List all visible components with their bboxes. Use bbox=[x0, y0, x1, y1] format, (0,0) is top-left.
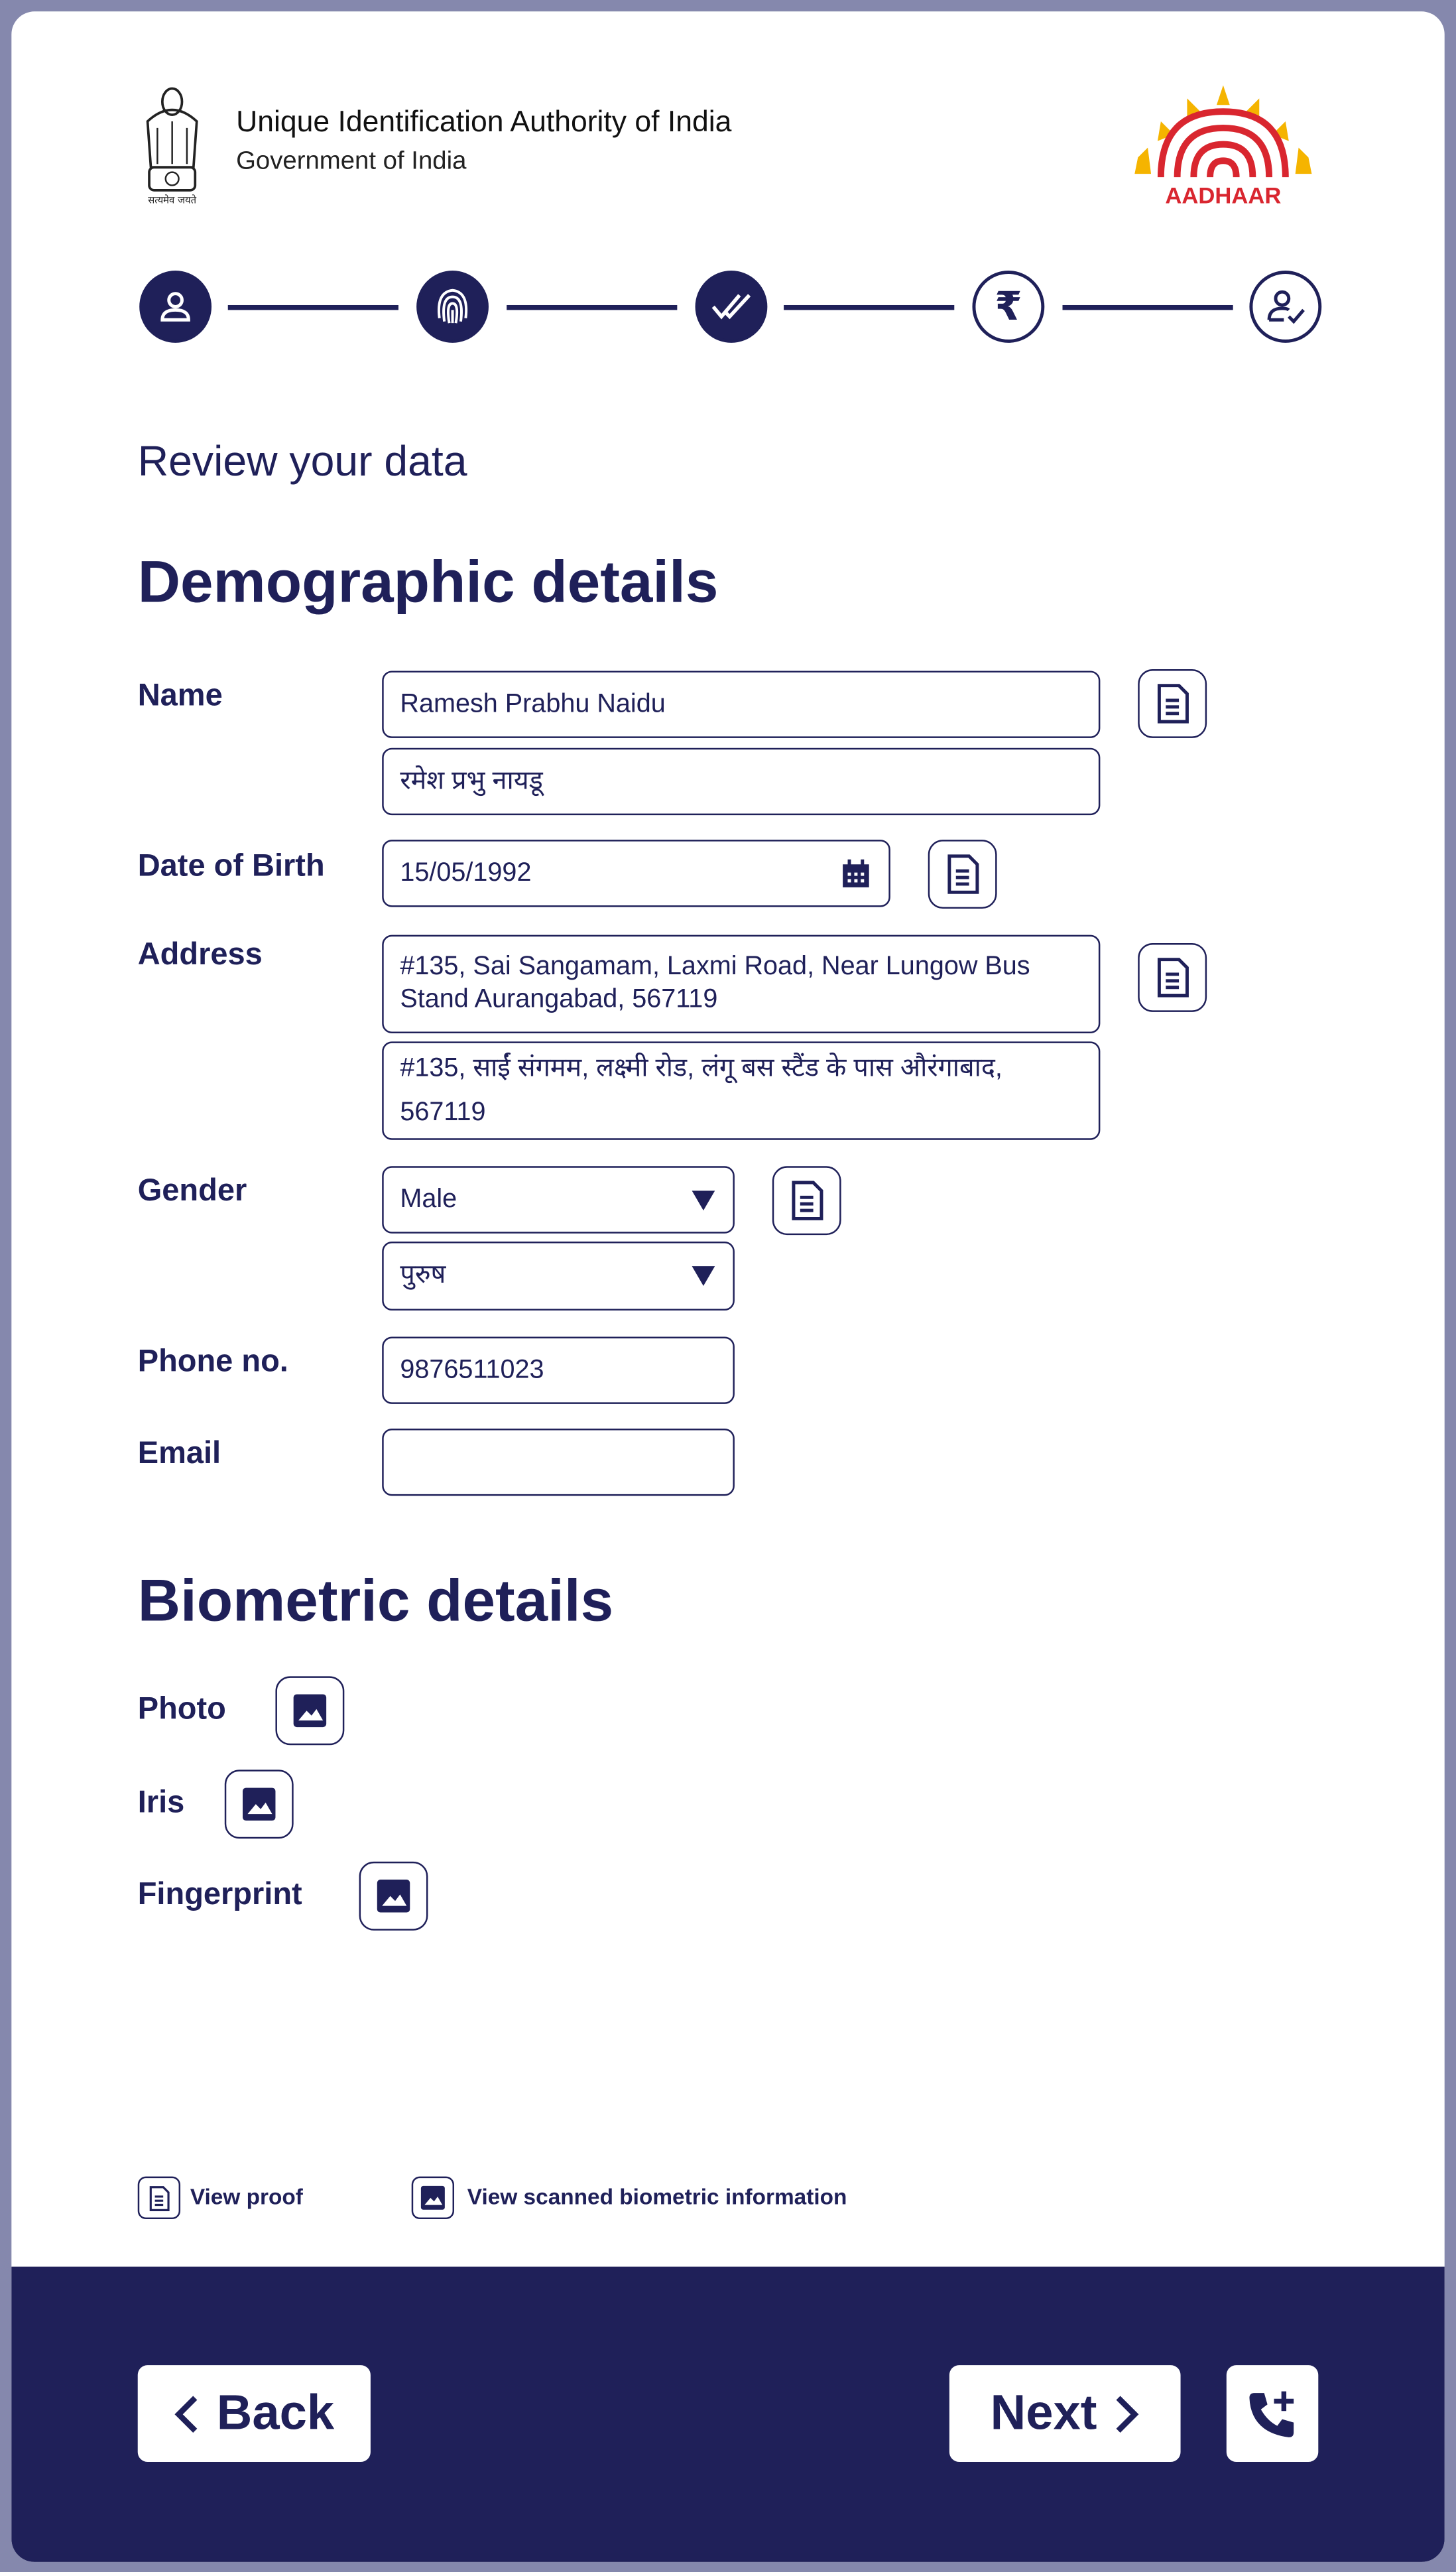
image-icon bbox=[243, 1787, 276, 1821]
aadhaar-logo-text: AADHAAR bbox=[1165, 184, 1281, 209]
document-icon bbox=[1157, 684, 1189, 724]
step-confirm bbox=[1249, 271, 1322, 343]
email-input[interactable] bbox=[382, 1428, 735, 1496]
legend-document-icon bbox=[137, 2176, 181, 2219]
fingerprint-icon bbox=[438, 289, 468, 324]
legend-view-proof: View proof bbox=[190, 2185, 303, 2210]
email-label: Email bbox=[137, 1437, 221, 1472]
user-icon bbox=[160, 292, 190, 322]
dob-label: Date of Birth bbox=[137, 850, 325, 884]
step-connector bbox=[784, 304, 955, 310]
gender-hi-select[interactable]: पुरुष bbox=[382, 1242, 735, 1311]
demographic-title: Demographic details bbox=[137, 547, 719, 615]
back-label: Back bbox=[216, 2385, 335, 2440]
page-subtitle: Review your data bbox=[137, 436, 467, 486]
legend-view-biometric: View scanned biometric information bbox=[467, 2185, 847, 2210]
dob-input[interactable]: 15/05/1992 bbox=[382, 840, 890, 907]
national-emblem-logo: सत्यमेव जयते bbox=[146, 87, 198, 206]
name-label: Name bbox=[137, 678, 223, 714]
dob-value: 15/05/1992 bbox=[400, 858, 532, 887]
view-proof-name-button[interactable] bbox=[1138, 669, 1207, 738]
document-icon bbox=[947, 854, 979, 894]
iris-label: Iris bbox=[137, 1786, 185, 1821]
gender-hi-value: पुरुष bbox=[400, 1261, 446, 1289]
name-en-input[interactable]: Ramesh Prabhu Naidu bbox=[382, 671, 1101, 738]
view-proof-dob-button[interactable] bbox=[928, 840, 997, 909]
chevron-left-icon bbox=[174, 2395, 198, 2432]
legend-image-icon bbox=[411, 2176, 455, 2219]
step-review bbox=[695, 271, 768, 343]
step-personal bbox=[139, 271, 212, 343]
step-connector bbox=[1062, 304, 1233, 310]
gender-label: Gender bbox=[137, 1174, 247, 1209]
dropdown-arrow-icon bbox=[692, 1266, 715, 1286]
address-label: Address bbox=[137, 938, 263, 973]
address-hi-input[interactable]: #135, साईं संगमम, लक्ष्मी रोड, लंगू बस स… bbox=[382, 1041, 1101, 1140]
gender-en-select[interactable]: Male bbox=[382, 1166, 735, 1234]
chevron-right-icon bbox=[1116, 2395, 1139, 2432]
call-support-button[interactable] bbox=[1226, 2365, 1319, 2462]
document-icon bbox=[792, 1181, 823, 1220]
emblem-motto: सत्यमेव जयते bbox=[148, 194, 196, 206]
double-check-icon bbox=[711, 294, 751, 320]
step-connector bbox=[507, 304, 678, 310]
name-hi-input[interactable]: रमेश प्रभु नायडू bbox=[382, 747, 1101, 816]
user-check-icon bbox=[1267, 290, 1305, 324]
view-iris-button[interactable] bbox=[224, 1769, 294, 1839]
phone-add-icon bbox=[1249, 2390, 1294, 2437]
address-hi-value: #135, साईं संगमम, लक्ष्मी रोड, लंगू बस स… bbox=[400, 1055, 1002, 1127]
org-subtitle: Government of India bbox=[236, 147, 467, 176]
address-en-input[interactable]: #135, Sai Sangamam, Laxmi Road, Near Lun… bbox=[382, 934, 1101, 1033]
back-button[interactable]: Back bbox=[137, 2365, 371, 2462]
name-en-value: Ramesh Prabhu Naidu bbox=[400, 689, 666, 718]
view-photo-button[interactable] bbox=[275, 1676, 345, 1746]
step-biometric bbox=[416, 271, 489, 343]
rupee-icon: ₹ bbox=[995, 283, 1022, 330]
step-connector bbox=[227, 304, 398, 310]
document-icon bbox=[1157, 958, 1189, 997]
image-icon bbox=[377, 1880, 410, 1913]
image-icon bbox=[293, 1694, 327, 1728]
address-en-value: #135, Sai Sangamam, Laxmi Road, Near Lun… bbox=[400, 952, 1030, 1014]
phone-value: 9876511023 bbox=[400, 1355, 544, 1383]
next-button[interactable]: Next bbox=[949, 2365, 1181, 2462]
view-proof-gender-button[interactable] bbox=[772, 1166, 841, 1236]
photo-label: Photo bbox=[137, 1693, 226, 1728]
dropdown-arrow-icon bbox=[692, 1190, 715, 1210]
phone-label: Phone no. bbox=[137, 1344, 288, 1380]
phone-input[interactable]: 9876511023 bbox=[382, 1336, 735, 1404]
gender-en-value: Male bbox=[400, 1185, 457, 1213]
calendar-icon[interactable] bbox=[839, 857, 872, 889]
fingerprint-label: Fingerprint bbox=[137, 1878, 302, 1913]
view-proof-address-button[interactable] bbox=[1138, 942, 1207, 1012]
step-payment: ₹ bbox=[972, 271, 1045, 343]
name-hi-value: रमेश प्रभु नायडू bbox=[400, 767, 543, 795]
view-fingerprint-button[interactable] bbox=[359, 1861, 428, 1931]
biometric-title: Biometric details bbox=[137, 1566, 614, 1634]
next-label: Next bbox=[990, 2385, 1097, 2440]
org-name: Unique Identification Authority of India bbox=[236, 105, 732, 138]
aadhaar-logo: AADHAAR bbox=[1134, 85, 1312, 209]
